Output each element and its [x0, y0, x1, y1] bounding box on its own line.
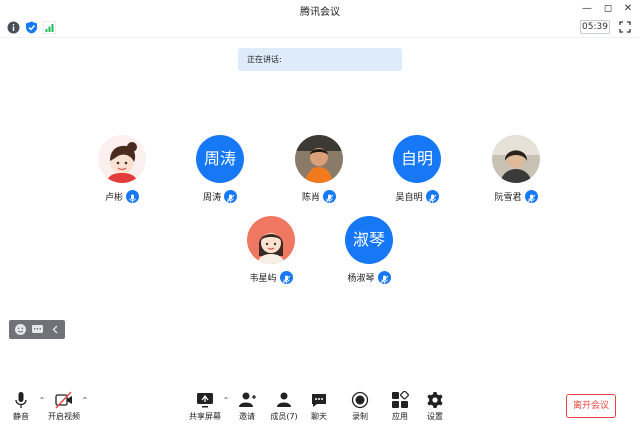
video-options-chevron-icon[interactable]: ⌃ [81, 397, 89, 405]
participant-name: 陈肖 [301, 192, 320, 203]
microphone-icon [15, 392, 27, 408]
side-tool-panel [9, 320, 65, 339]
bottom-toolbar: 静音 ⌃ 开启视频 ⌃ 共享屏幕 ⌃ 邀请 成员(7) 聊天 录制 应用 设置 [0, 385, 640, 425]
participant-tile[interactable]: 陈肖 [279, 135, 359, 203]
gear-icon [427, 392, 443, 408]
leave-meeting-button[interactable]: 离开会议 [566, 394, 616, 418]
speaking-banner: 正在讲话: [238, 48, 402, 71]
invite-icon [239, 392, 256, 407]
title-bar: 腾讯会议 — ◻ ✕ [0, 0, 640, 18]
meeting-info-bar: 05:39 [0, 18, 640, 38]
chat-label: 聊天 [311, 412, 327, 421]
invite-button[interactable]: 邀请 [227, 391, 267, 422]
apps-button[interactable]: 应用 [380, 391, 420, 422]
microphone-muted-icon [524, 189, 538, 203]
start-video-label: 开启视频 [48, 412, 80, 421]
members-button[interactable]: 成员(7) [264, 391, 304, 422]
participant-name: 韦星屿 [249, 273, 277, 284]
participant-tile[interactable]: 阮雪君 [476, 135, 556, 203]
chat-bubble-icon[interactable] [31, 323, 44, 336]
microphone-muted-icon [224, 189, 237, 203]
settings-button[interactable]: 设置 [415, 391, 455, 422]
apps-icon [392, 391, 409, 408]
mute-label: 静音 [13, 412, 29, 421]
settings-label: 设置 [427, 412, 443, 421]
record-button[interactable]: 录制 [340, 391, 380, 422]
start-video-button[interactable]: 开启视频 [44, 391, 84, 422]
microphone-muted-icon [425, 189, 439, 203]
apps-label: 应用 [392, 412, 408, 421]
share-screen-icon [197, 393, 213, 408]
record-icon [351, 391, 369, 409]
maximize-button[interactable]: ◻ [601, 2, 615, 16]
fullscreen-icon[interactable] [619, 21, 631, 33]
collapse-icon[interactable] [49, 323, 62, 336]
window-title: 腾讯会议 [300, 7, 340, 18]
participant-name: 吴自明 [395, 192, 423, 203]
participant-tile[interactable]: 周涛 周涛 [180, 135, 260, 203]
participant-tile[interactable]: 自明 吴自明 [377, 135, 457, 203]
microphone-icon [126, 189, 139, 203]
members-icon [277, 392, 291, 407]
close-button[interactable]: ✕ [621, 2, 635, 16]
chat-button[interactable]: 聊天 [299, 391, 339, 422]
participant-name: 周涛 [202, 192, 221, 203]
avatar: 淑琴 [345, 216, 393, 264]
avatar [492, 135, 540, 183]
info-icon[interactable] [7, 21, 20, 34]
meeting-timer: 05:39 [580, 20, 610, 34]
participant-tile[interactable]: 卢彬 [82, 135, 162, 203]
microphone-muted-icon [377, 270, 391, 284]
emoji-icon[interactable] [14, 323, 27, 336]
shield-icon[interactable] [25, 21, 38, 34]
avatar [98, 135, 146, 183]
microphone-muted-icon [279, 270, 293, 284]
members-label: 成员(7) [270, 412, 298, 421]
minimize-button[interactable]: — [580, 2, 594, 16]
avatar [247, 216, 295, 264]
share-screen-button[interactable]: 共享屏幕 [185, 391, 225, 422]
chat-icon [312, 394, 326, 407]
participant-name: 杨淑琴 [347, 273, 375, 284]
avatar [295, 135, 343, 183]
participant-name: 阮雪君 [494, 192, 522, 203]
participant-name: 卢彬 [104, 192, 123, 203]
invite-label: 邀请 [239, 412, 255, 421]
record-label: 录制 [352, 412, 368, 421]
video-off-icon [55, 391, 72, 409]
participant-tile[interactable]: 淑琴 杨淑琴 [329, 216, 409, 284]
avatar: 自明 [393, 135, 441, 183]
microphone-muted-icon [323, 189, 336, 203]
share-screen-label: 共享屏幕 [189, 412, 221, 421]
participant-tile[interactable]: 韦星屿 [231, 216, 311, 284]
mute-button[interactable]: 静音 [1, 391, 41, 422]
signal-icon[interactable] [43, 21, 56, 34]
avatar: 周涛 [196, 135, 244, 183]
